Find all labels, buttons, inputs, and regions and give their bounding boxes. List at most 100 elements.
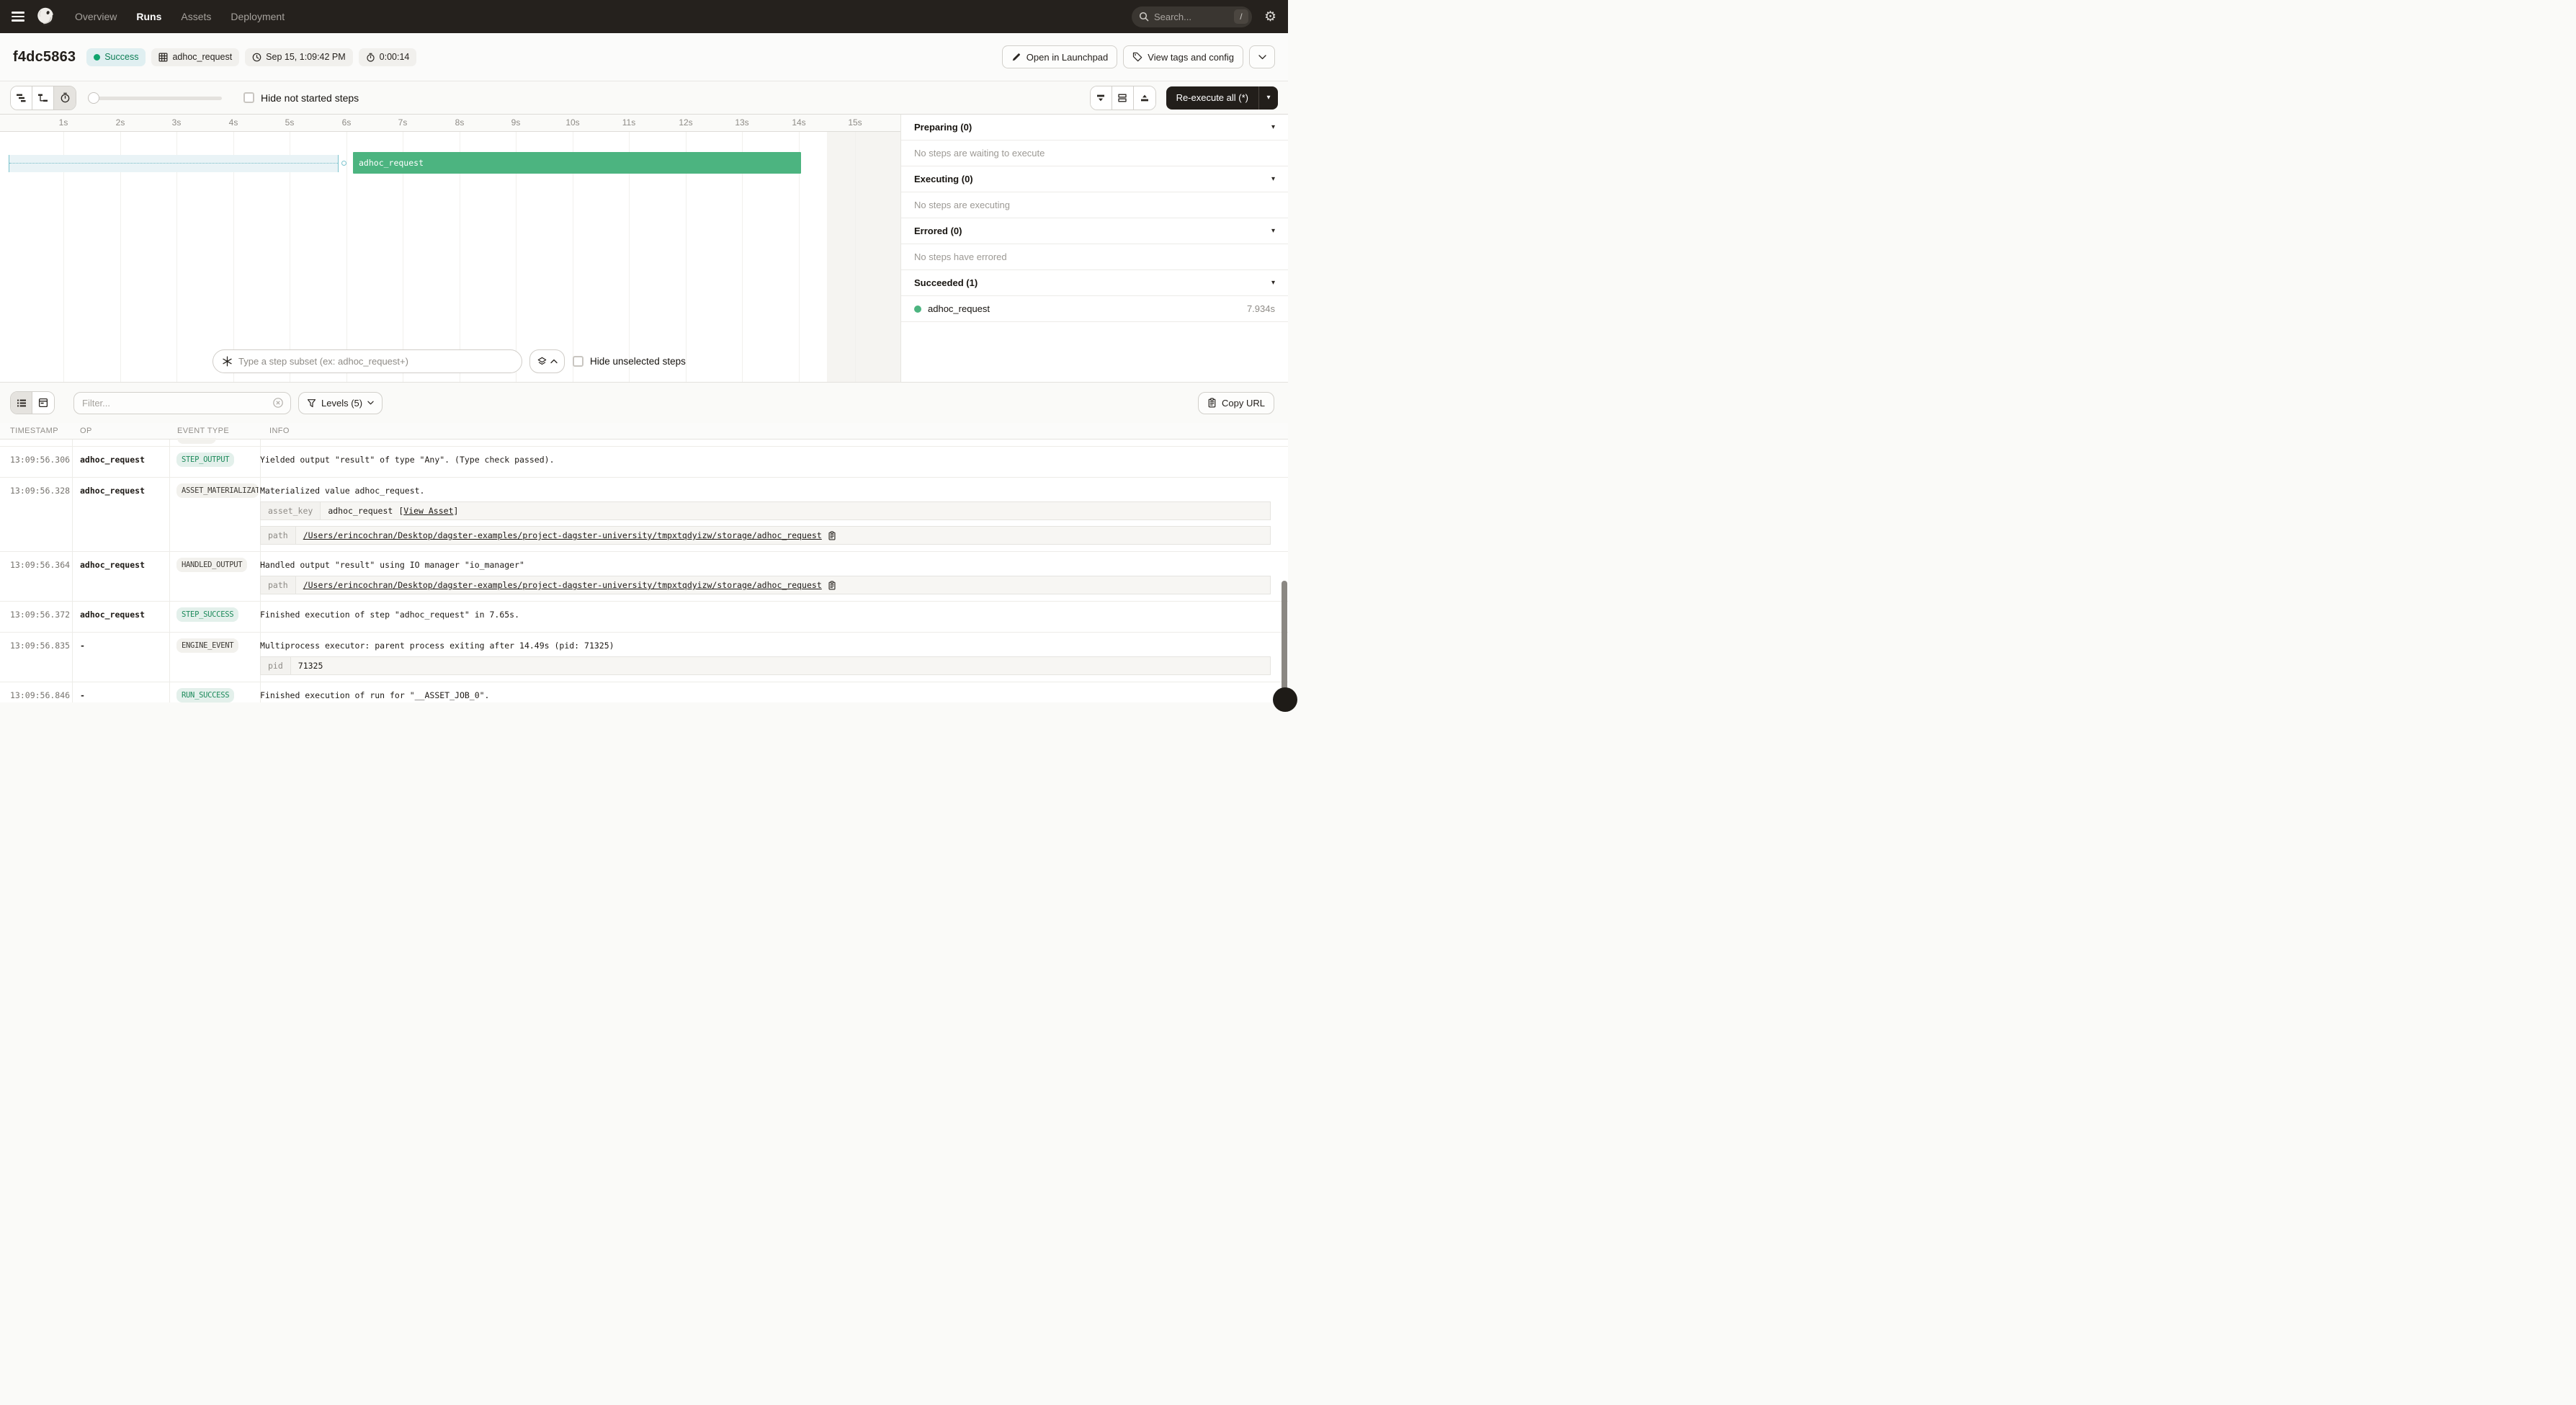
hide-unselected-checkbox[interactable] [573,356,583,367]
empty-state-text: No steps have errored [914,251,1007,262]
log-scrollbar-thumb[interactable] [1282,581,1287,699]
log-info: Multiprocess executor: parent process ex… [260,638,1288,675]
log-structured-view-button[interactable] [32,392,54,414]
job-badge[interactable]: adhoc_request [151,48,239,66]
table-row[interactable]: 13:09:56.364 adhoc_request HANDLED_OUTPU… [0,552,1288,602]
levels-dropdown-button[interactable]: Levels (5) [298,392,383,414]
hide-unselected-toggle[interactable]: Hide unselected steps [573,356,686,367]
event-type-badge: STEP_OUTPUT [176,452,234,467]
event-type-badge: ASSET_MATERIALIZAT… [176,483,259,498]
step-success-dot [914,305,921,313]
slider-handle[interactable] [88,92,99,104]
step-subset-input[interactable] [238,356,513,367]
log-info: Finished execution of run for "__ASSET_J… [260,688,1288,702]
copy-path-icon[interactable] [828,531,836,540]
run-actions-dropdown-button[interactable] [1249,45,1275,68]
global-search[interactable]: / [1132,6,1252,27]
gantt-flat-view-button[interactable] [11,86,32,110]
reexecute-split-button: Re-execute all (*) ▾ [1166,86,1278,110]
waterfall-view-icon [37,93,48,103]
log-timestamp: 13:09:56.835 [0,638,72,675]
panel-bottom-icon [1096,93,1106,103]
gantt-toolbar: Hide not started steps Re-execute all (*… [0,81,1288,114]
panel-split-button[interactable] [1112,86,1134,110]
log-info: Handled output "result" using IO manager… [260,558,1288,594]
log-info: Materialized value adhoc_request. asset_… [260,483,1288,545]
log-table: TIMESTAMP OP EVENT TYPE INFO 13:09:56.30… [0,423,1288,702]
gantt-view-mode-group [10,86,76,110]
tag-icon [1132,52,1142,62]
log-toolbar: Levels (5) Copy URL [0,382,1288,423]
log-op: adhoc_request [72,452,169,470]
layers-icon [537,357,547,366]
after-run-shade [827,132,900,382]
clear-filter-icon[interactable] [272,397,284,409]
log-filter-field[interactable] [73,392,291,414]
empty-state-text: No steps are waiting to execute [914,148,1045,159]
duration-badge: 0:00:14 [359,48,417,66]
log-view-mode-group [10,391,55,414]
help-bubble-button[interactable] [1273,687,1297,712]
panel-top-button[interactable] [1134,86,1155,110]
log-table-header: TIMESTAMP OP EVENT TYPE INFO [0,423,1288,440]
view-tags-config-button[interactable]: View tags and config [1123,45,1243,68]
start-time-badge: Sep 15, 1:09:42 PM [245,48,353,66]
log-op: adhoc_request [72,558,169,594]
section-errored[interactable]: Errored (0)▾ [901,218,1288,244]
table-row[interactable]: 13:09:56.846 - RUN_SUCCESS Finished exec… [0,682,1288,702]
log-timestamp: 13:09:56.306 [0,452,72,470]
chevron-down-icon [367,401,374,405]
log-timestamp: 13:09:56.372 [0,607,72,625]
nav-item-runs[interactable]: Runs [136,11,161,22]
step-subset-row: Hide unselected steps [0,349,900,373]
log-op: - [72,638,169,675]
job-grid-icon [158,53,168,62]
hide-not-started-toggle[interactable]: Hide not started steps [243,92,359,104]
log-list-view-button[interactable] [11,392,32,414]
log-info: Yielded output "result" of type "Any". (… [260,452,1288,470]
stopwatch-icon [366,53,375,62]
panel-bottom-button[interactable] [1091,86,1112,110]
gantt-chart: 1s 2s 3s 4s 5s 6s 7s 8s 9s 10s 11s 12s 1… [0,114,900,382]
selector-options-button[interactable] [529,349,565,373]
path-link[interactable]: /Users/erincochran/Desktop/dagster-examp… [303,530,822,540]
table-row[interactable]: 13:09:56.835 - ENGINE_EVENT Multiprocess… [0,633,1288,682]
section-succeeded[interactable]: Succeeded (1)▾ [901,270,1288,296]
collapse-caret-icon: ▾ [1271,123,1275,131]
table-row-partial [0,440,1288,447]
view-asset-link[interactable]: View Asset [403,506,453,516]
collapse-caret-icon: ▾ [1271,227,1275,235]
pencil-icon [1011,52,1021,62]
primary-nav: Overview Runs Assets Deployment [75,11,285,22]
path-link[interactable]: /Users/erincochran/Desktop/dagster-examp… [303,580,822,590]
hamburger-menu-icon[interactable] [12,9,24,23]
gear-icon[interactable]: ⚙ [1264,10,1276,24]
copy-url-button[interactable]: Copy URL [1198,392,1274,414]
gantt-timed-view-button[interactable] [54,86,76,110]
search-input[interactable] [1154,12,1234,22]
structured-view-icon [38,398,48,408]
reexecute-all-button[interactable]: Re-execute all (*) [1166,86,1258,110]
run-id: f4dc5863 [13,49,76,66]
nav-item-deployment[interactable]: Deployment [231,11,285,22]
table-row[interactable]: 13:09:56.328 adhoc_request ASSET_MATERIA… [0,478,1288,552]
nav-item-assets[interactable]: Assets [181,11,211,22]
step-subset-field[interactable] [213,349,522,373]
section-executing[interactable]: Executing (0)▾ [901,166,1288,192]
open-in-launchpad-button[interactable]: Open in Launchpad [1002,45,1117,68]
table-row[interactable]: 13:09:56.306 adhoc_request STEP_OUTPUT Y… [0,447,1288,478]
succeeded-step-row[interactable]: adhoc_request 7.934s [901,296,1288,322]
gantt-waterfall-view-button[interactable] [32,86,54,110]
chevron-down-icon [1258,55,1266,60]
gantt-zoom-slider[interactable] [88,92,222,104]
log-filter-input[interactable] [82,398,272,409]
table-row[interactable]: 13:09:56.372 adhoc_request STEP_SUCCESS … [0,602,1288,633]
section-preparing[interactable]: Preparing (0)▾ [901,115,1288,140]
op-selector-icon [222,356,233,367]
dagster-logo[interactable] [35,6,56,27]
copy-path-icon[interactable] [828,581,836,590]
nav-item-overview[interactable]: Overview [75,11,117,22]
reexecute-dropdown-button[interactable]: ▾ [1259,86,1278,110]
step-bar-adhoc-request[interactable]: adhoc_request [353,152,801,174]
hide-not-started-checkbox[interactable] [243,92,254,103]
